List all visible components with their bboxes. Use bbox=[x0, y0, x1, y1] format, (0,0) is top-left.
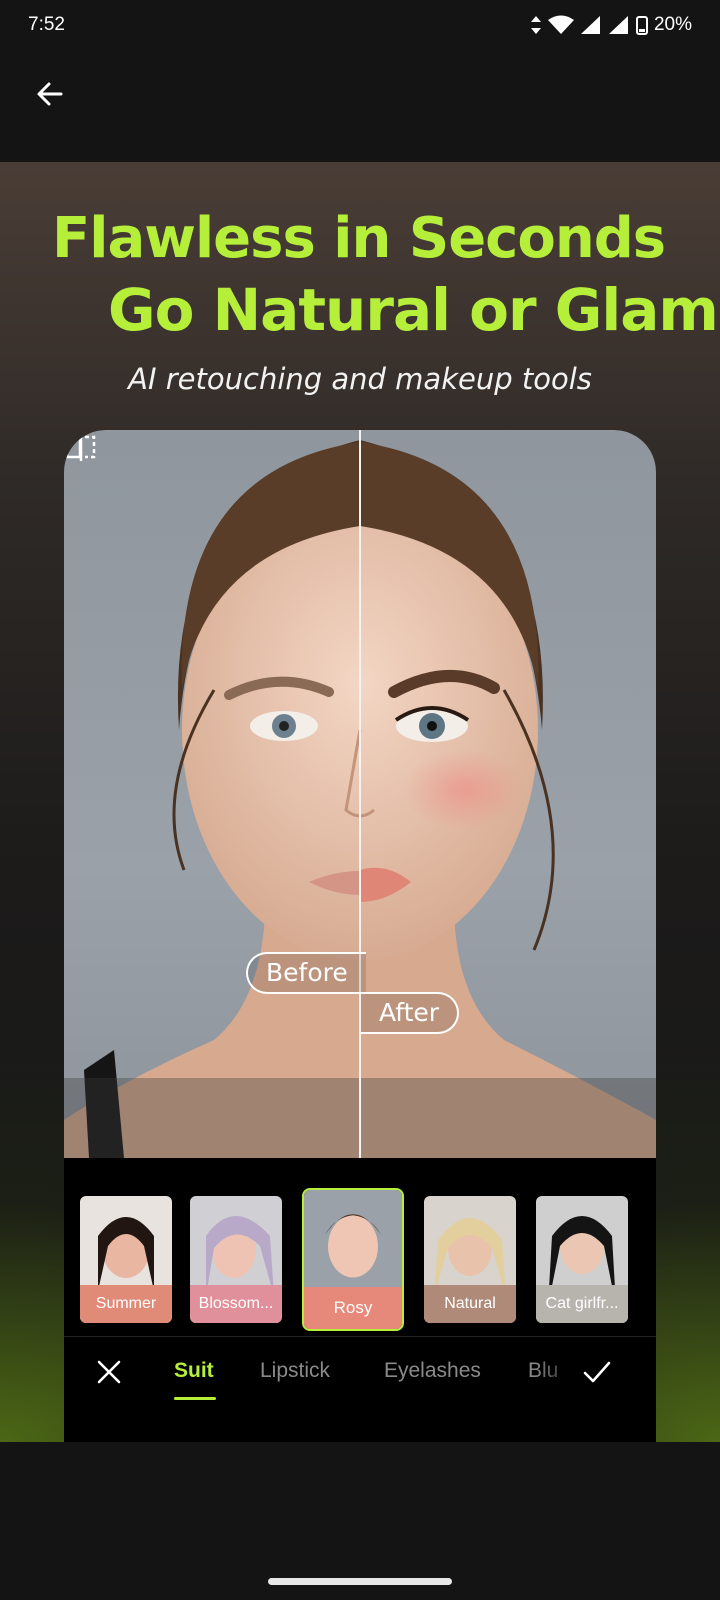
compare-icon[interactable] bbox=[64, 430, 98, 464]
preset-label: Blossom... bbox=[190, 1285, 282, 1323]
promo-banner: Flawless in Seconds Go Natural or Glam! … bbox=[0, 162, 720, 1442]
back-arrow-icon bbox=[37, 82, 63, 106]
makeup-editor-panel: Summer Blossom... Rosy Natural Cat girlf… bbox=[64, 1158, 656, 1442]
checkmark-icon[interactable] bbox=[580, 1355, 614, 1389]
status-icons: 20% bbox=[530, 14, 692, 36]
top-bar bbox=[0, 50, 720, 162]
signal-icon-2 bbox=[608, 16, 628, 34]
preset-rosy[interactable]: Rosy bbox=[302, 1188, 404, 1331]
preset-list: Summer Blossom... Rosy Natural Cat girlf… bbox=[80, 1188, 640, 1331]
before-label: Before bbox=[246, 952, 366, 994]
preset-label: Rosy bbox=[304, 1287, 402, 1329]
headline-line1: Flawless in Seconds bbox=[52, 206, 666, 271]
battery-percent: 20% bbox=[653, 14, 692, 35]
data-arrows-icon bbox=[530, 16, 541, 34]
close-icon[interactable] bbox=[92, 1355, 126, 1389]
status-bar: 7:52 20% bbox=[0, 0, 720, 50]
status-time: 7:52 bbox=[28, 14, 65, 35]
battery-icon bbox=[635, 16, 648, 35]
subheadline: AI retouching and makeup tools bbox=[128, 362, 592, 396]
preset-natural[interactable]: Natural bbox=[424, 1196, 516, 1323]
tabs-fade bbox=[534, 1337, 584, 1409]
wifi-icon bbox=[547, 15, 574, 34]
home-indicator[interactable] bbox=[268, 1578, 452, 1585]
tab-lipstick[interactable]: Lipstick bbox=[260, 1359, 330, 1383]
preset-label: Summer bbox=[80, 1285, 172, 1323]
preset-summer[interactable]: Summer bbox=[80, 1196, 172, 1323]
before-after-photo: Before After bbox=[64, 430, 656, 1158]
preset-label: Cat girlfr... bbox=[536, 1285, 628, 1323]
phone-mockup: Before After Summer Blossom... Rosy Natu… bbox=[64, 430, 656, 1442]
preset-blossom[interactable]: Blossom... bbox=[190, 1196, 282, 1323]
signal-icon bbox=[580, 16, 600, 34]
preset-cat-girlfriend[interactable]: Cat girlfr... bbox=[536, 1196, 628, 1323]
back-button[interactable] bbox=[28, 72, 72, 116]
tab-active-indicator bbox=[174, 1397, 216, 1400]
before-after-divider[interactable] bbox=[359, 430, 361, 1158]
after-label: After bbox=[361, 992, 460, 1034]
preset-label: Natural bbox=[424, 1285, 516, 1323]
tab-suit[interactable]: Suit bbox=[174, 1359, 214, 1383]
tab-eyelashes[interactable]: Eyelashes bbox=[384, 1359, 481, 1383]
category-tabs: Suit Lipstick Eyelashes Blu bbox=[64, 1336, 656, 1409]
headline-line2: Go Natural or Glam! bbox=[108, 276, 720, 344]
